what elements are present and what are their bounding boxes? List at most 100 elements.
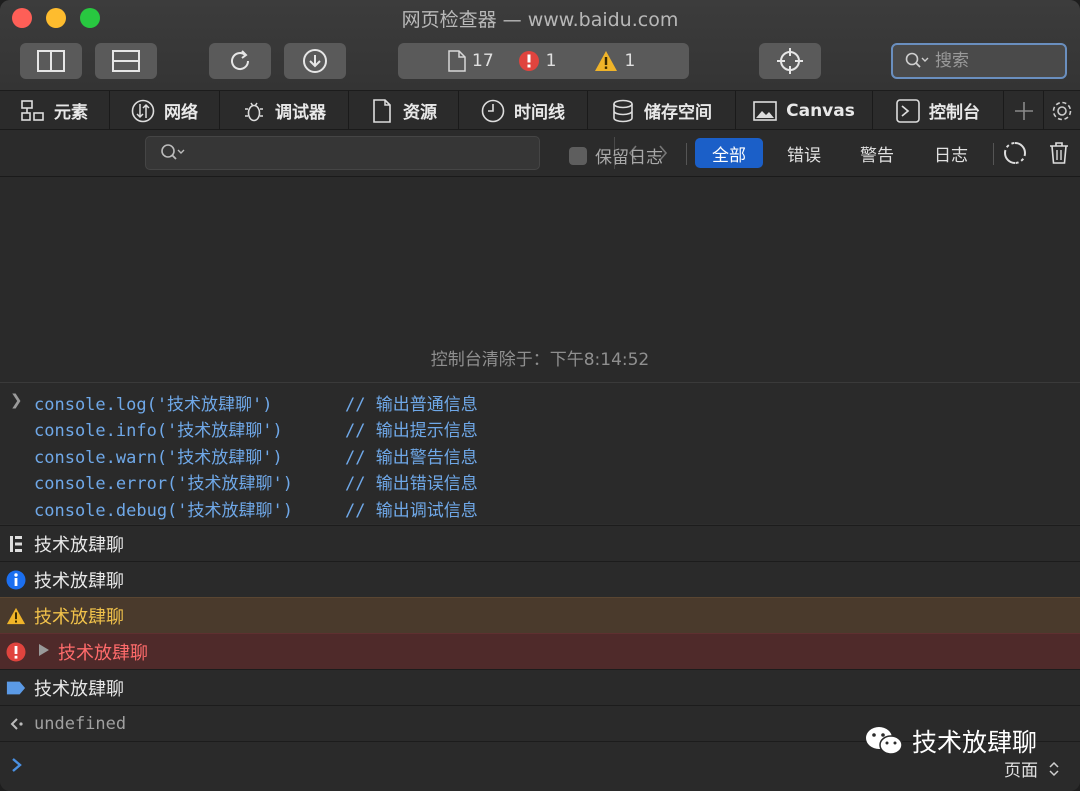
resource-count-item[interactable]: 17 bbox=[448, 50, 494, 72]
console-icon bbox=[896, 98, 920, 123]
result-arrow-icon bbox=[6, 714, 26, 734]
dock-bottom-icon bbox=[112, 50, 140, 72]
code-line: console.error('技术放肆聊') bbox=[34, 474, 293, 494]
console-filter-bar: 保留日志 全部 错误 警告 日志 bbox=[0, 130, 1080, 177]
plus-icon bbox=[1012, 99, 1036, 123]
evaluate-button[interactable] bbox=[999, 138, 1031, 168]
watermark-text: 技术放肆聊 bbox=[912, 728, 1038, 757]
prompt-chevron-icon bbox=[10, 756, 24, 778]
window-title: 网页检查器 — www.baidu.com bbox=[401, 9, 679, 31]
debug-tag-icon bbox=[6, 678, 26, 698]
code-line: console.log('技术放肆聊') bbox=[34, 395, 273, 415]
preserve-log-checkbox[interactable] bbox=[569, 146, 587, 165]
tab-resources[interactable]: 资源 bbox=[349, 91, 459, 130]
code-line: console.info('技术放肆聊') bbox=[34, 421, 283, 441]
activity-status-group[interactable]: 17 1 1 bbox=[398, 43, 689, 79]
warning-message-icon bbox=[6, 606, 26, 626]
error-count-item[interactable]: 1 bbox=[518, 50, 557, 72]
error-icon bbox=[518, 51, 539, 71]
info-icon bbox=[6, 570, 26, 590]
download-button[interactable] bbox=[284, 43, 346, 79]
tab-debugger[interactable]: 调试器 bbox=[220, 91, 349, 130]
dock-side-button[interactable] bbox=[20, 43, 82, 79]
tab-canvas-label: Canvas bbox=[786, 100, 855, 121]
error-message-icon bbox=[6, 642, 26, 662]
log-message-text: 技术放肆聊 bbox=[34, 534, 124, 556]
tab-storage-label: 储存空间 bbox=[644, 103, 712, 123]
resources-doc-icon bbox=[370, 98, 394, 123]
debugger-bug-icon bbox=[242, 99, 266, 123]
expand-triangle-icon[interactable] bbox=[37, 641, 51, 662]
console-debug-message: 技术放肆聊 bbox=[0, 669, 1080, 705]
crosshair-icon bbox=[777, 48, 803, 74]
dock-bottom-button[interactable] bbox=[95, 43, 157, 79]
tab-console-label: 控制台 bbox=[929, 103, 980, 123]
clear-console-button[interactable] bbox=[1043, 138, 1075, 168]
filter-separator bbox=[686, 143, 687, 165]
tab-elements-label: 元素 bbox=[54, 103, 88, 123]
tab-timeline[interactable]: 时间线 bbox=[459, 91, 588, 130]
updown-chevron-icon bbox=[1049, 761, 1059, 776]
reload-button[interactable] bbox=[209, 43, 271, 79]
warning-icon bbox=[595, 51, 618, 71]
console-warning-message: 技术放肆聊 bbox=[0, 597, 1080, 633]
code-comment: // 输出普通信息 bbox=[345, 395, 478, 415]
console-empty-area: 控制台清除于：下午8:14:52 bbox=[0, 177, 1080, 382]
execution-context-label: 页面 bbox=[1004, 761, 1038, 781]
tab-network-label: 网络 bbox=[164, 103, 198, 123]
document-icon bbox=[448, 50, 466, 72]
code-line: console.debug('技术放肆聊') bbox=[34, 501, 293, 521]
console-filter-input[interactable] bbox=[190, 142, 490, 164]
error-count: 1 bbox=[545, 51, 557, 71]
toolbar-search[interactable] bbox=[891, 43, 1067, 79]
toolbar-search-input[interactable] bbox=[935, 51, 1045, 71]
filter-errors-button[interactable]: 错误 bbox=[770, 138, 838, 168]
evaluated-command: ❯ console.log('技术放肆聊') // 输出普通信息 console… bbox=[0, 382, 1080, 524]
reload-icon bbox=[231, 50, 250, 70]
elements-icon bbox=[21, 99, 45, 123]
web-inspector-window: 网页检查器 — www.baidu.com 17 1 1 搜索 元素 网络 调试… bbox=[0, 0, 1080, 791]
code-comment: // 输出提示信息 bbox=[345, 421, 478, 441]
watermark: 技术放肆聊 bbox=[864, 723, 1037, 759]
result-text: undefined bbox=[34, 713, 127, 734]
network-icon bbox=[131, 99, 155, 123]
info-message-text: 技术放肆聊 bbox=[34, 570, 124, 592]
tab-elements[interactable]: 元素 bbox=[0, 91, 110, 130]
add-tab-button[interactable] bbox=[1004, 91, 1044, 130]
preserve-log-label: 保留日志 bbox=[595, 148, 663, 168]
filter-separator-2 bbox=[993, 143, 994, 165]
filter-all-button[interactable]: 全部 bbox=[695, 138, 763, 168]
tab-timeline-label: 时间线 bbox=[514, 103, 565, 123]
code-line: console.warn('技术放肆聊') bbox=[34, 448, 283, 468]
console-info-message: 技术放肆聊 bbox=[0, 561, 1080, 597]
download-icon bbox=[303, 49, 327, 73]
preserve-log-toggle[interactable]: 保留日志 bbox=[569, 143, 663, 168]
storage-database-icon bbox=[611, 99, 635, 123]
filter-logs-button[interactable]: 日志 bbox=[917, 138, 985, 168]
console-error-message[interactable]: 技术放肆聊 bbox=[0, 633, 1080, 669]
tab-storage[interactable]: 储存空间 bbox=[588, 91, 736, 130]
filter-warnings-button[interactable]: 警告 bbox=[843, 138, 911, 168]
settings-button[interactable] bbox=[1044, 91, 1080, 130]
search-icon bbox=[905, 52, 929, 68]
code-comment: // 输出警告信息 bbox=[345, 448, 478, 468]
tab-debugger-label: 调试器 bbox=[275, 103, 326, 123]
inspect-element-button[interactable] bbox=[759, 43, 821, 79]
warning-count-item[interactable]: 1 bbox=[594, 50, 635, 72]
warning-message-text: 技术放肆聊 bbox=[34, 606, 124, 628]
code-comment: // 输出调试信息 bbox=[345, 501, 478, 521]
tab-canvas[interactable]: Canvas bbox=[736, 91, 873, 130]
code-comment: // 输出错误信息 bbox=[345, 474, 478, 494]
console-prompt-input[interactable] bbox=[34, 754, 734, 780]
console-filter-search[interactable] bbox=[145, 136, 668, 170]
debug-message-text: 技术放肆聊 bbox=[34, 678, 124, 700]
canvas-image-icon bbox=[753, 99, 777, 123]
execution-context-selector[interactable]: 页面 bbox=[1004, 756, 1060, 781]
console-log-message: 技术放肆聊 bbox=[0, 525, 1080, 561]
gear-icon bbox=[1050, 99, 1074, 123]
command-chevron-icon: ❯ bbox=[10, 391, 23, 409]
tab-network[interactable]: 网络 bbox=[110, 91, 220, 130]
console-cleared-message: 控制台清除于：下午8:14:52 bbox=[430, 350, 650, 370]
tab-console[interactable]: 控制台 bbox=[873, 91, 1004, 130]
error-message-text: 技术放肆聊 bbox=[58, 642, 148, 664]
